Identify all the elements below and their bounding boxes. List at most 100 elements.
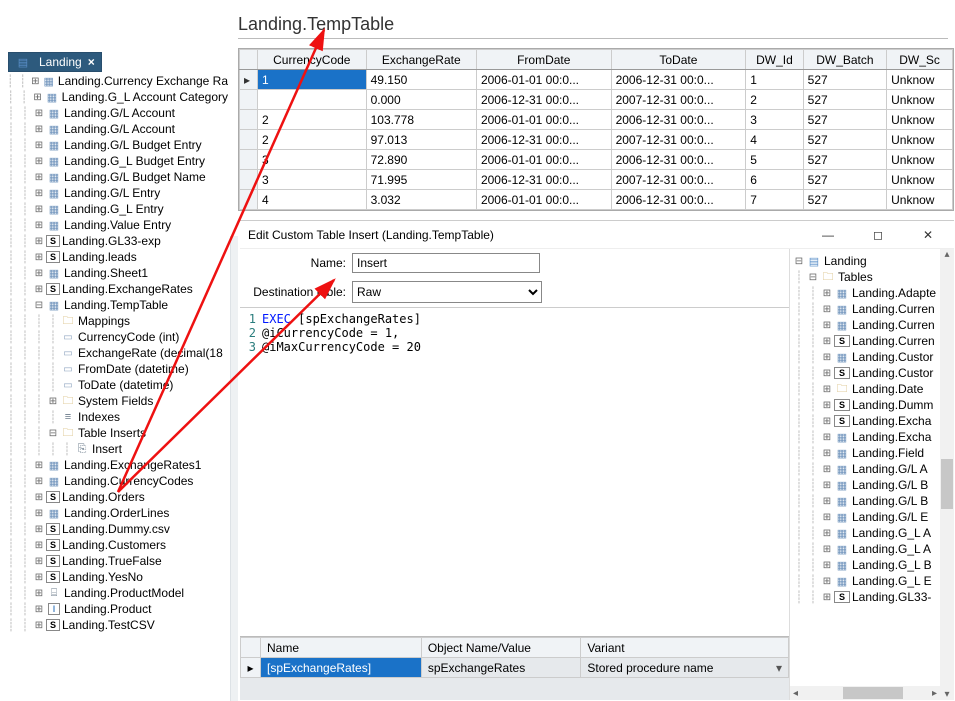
maximize-button[interactable]: ◻	[858, 222, 898, 248]
tree-item[interactable]: Landing.OrderLines	[0, 505, 228, 521]
cell[interactable]: 2	[258, 130, 367, 150]
cell[interactable]: 2006-12-31 00:0...	[611, 150, 746, 170]
cell[interactable]: 0.000	[366, 90, 476, 110]
cell[interactable]: 2006-12-31 00:0...	[476, 170, 611, 190]
expand-icon[interactable]	[32, 268, 46, 279]
expand-icon[interactable]	[32, 540, 46, 551]
cell[interactable]: 4	[746, 130, 803, 150]
cell[interactable]: 4	[258, 190, 367, 210]
cell[interactable]: 2006-12-31 00:0...	[611, 110, 746, 130]
expand-icon[interactable]	[820, 400, 834, 411]
tree-item[interactable]: Mappings	[0, 313, 228, 329]
cell[interactable]: 103.778	[366, 110, 476, 130]
tree-item[interactable]: Landing.G/L Account	[0, 105, 228, 121]
cell[interactable]: 2007-12-31 00:0...	[611, 90, 746, 110]
row-header[interactable]	[240, 170, 258, 190]
tree-item[interactable]: CurrencyCode (int)	[0, 329, 228, 345]
tree-item[interactable]: Landing.Value Entry	[0, 217, 228, 233]
expand-icon[interactable]	[820, 480, 834, 491]
tree-item[interactable]: Landing.G_L B	[792, 557, 954, 573]
list-col-header[interactable]: Object Name/Value	[421, 638, 581, 658]
expand-icon[interactable]	[820, 384, 834, 395]
expand-icon[interactable]	[820, 432, 834, 443]
table-row[interactable]: 0.0002006-12-31 00:0...2007-12-31 00:0..…	[240, 90, 953, 110]
expand-icon[interactable]	[32, 124, 46, 135]
destination-select[interactable]: Raw	[352, 281, 542, 303]
tree-item[interactable]: Landing.G/L Budget Entry	[0, 137, 228, 153]
cell[interactable]: 527	[803, 110, 886, 130]
list-col-header[interactable]: Variant	[581, 638, 789, 658]
tree-item[interactable]: SLanding.leads	[0, 249, 228, 265]
list-col-header[interactable]: Name	[261, 638, 422, 658]
row-header[interactable]	[240, 70, 258, 90]
expand-icon[interactable]	[32, 476, 46, 487]
cell[interactable]: 5	[746, 150, 803, 170]
tree-item[interactable]: Landing.Excha	[792, 429, 954, 445]
cell[interactable]: Unknow	[887, 150, 953, 170]
column-header[interactable]: FromDate	[476, 50, 611, 70]
cell[interactable]: 2006-01-01 00:0...	[476, 110, 611, 130]
tree-item[interactable]: ExchangeRate (decimal(18	[0, 345, 228, 361]
collapse-icon[interactable]	[806, 272, 820, 283]
expand-icon[interactable]	[820, 448, 834, 459]
tree-item[interactable]: Landing.G/L E	[792, 509, 954, 525]
expand-icon[interactable]	[32, 188, 46, 199]
tree-item[interactable]: Landing.G/L Account	[0, 121, 228, 137]
expand-icon[interactable]	[32, 460, 46, 471]
tree-item[interactable]: Landing.Adapte	[792, 285, 954, 301]
tree-item[interactable]: Landing.G/L B	[792, 493, 954, 509]
expand-icon[interactable]	[32, 220, 46, 231]
expand-icon[interactable]	[32, 252, 46, 263]
list-cell-name[interactable]: [spExchangeRates]	[261, 658, 422, 678]
collapse-icon[interactable]	[792, 256, 806, 267]
close-icon[interactable]: ×	[88, 55, 95, 69]
sql-editor[interactable]: 123 EXEC [spExchangeRates] @iCurrencyCod…	[240, 307, 789, 636]
expand-icon[interactable]	[32, 620, 46, 631]
tree-item[interactable]: SLanding.ExchangeRates	[0, 281, 228, 297]
expand-icon[interactable]	[32, 572, 46, 583]
expand-icon[interactable]	[820, 288, 834, 299]
tree-item[interactable]: Landing.G_L Budget Entry	[0, 153, 228, 169]
expand-icon[interactable]	[820, 512, 834, 523]
row-header[interactable]	[240, 190, 258, 210]
cell[interactable]: 49.150	[366, 70, 476, 90]
tree-item[interactable]: SLanding.GL33-exp	[0, 233, 228, 249]
expand-icon[interactable]	[820, 528, 834, 539]
tree-item[interactable]: SLanding.YesNo	[0, 569, 228, 585]
column-header[interactable]: CurrencyCode	[258, 50, 367, 70]
table-row[interactable]: 2103.7782006-01-01 00:0...2006-12-31 00:…	[240, 110, 953, 130]
tree-item[interactable]: Landing.G_L E	[792, 573, 954, 589]
cell[interactable]: 3	[258, 170, 367, 190]
cell[interactable]: 527	[803, 190, 886, 210]
cell[interactable]: 7	[746, 190, 803, 210]
expand-icon[interactable]	[820, 544, 834, 555]
tree-item[interactable]: Landing.Curren	[792, 301, 954, 317]
cell[interactable]: Unknow	[887, 190, 953, 210]
cell[interactable]: 2006-12-31 00:0...	[476, 130, 611, 150]
tree-item[interactable]: Landing.G/L Budget Name	[0, 169, 228, 185]
expand-icon[interactable]	[820, 496, 834, 507]
cell[interactable]: Unknow	[887, 110, 953, 130]
scroll-thumb[interactable]	[941, 459, 953, 509]
expand-icon[interactable]	[820, 304, 834, 315]
row-header[interactable]	[240, 110, 258, 130]
cell[interactable]: 2006-01-01 00:0...	[476, 70, 611, 90]
cell[interactable]: 2	[258, 110, 367, 130]
tree-item[interactable]: Landing.Custor	[792, 349, 954, 365]
expand-icon[interactable]	[820, 320, 834, 331]
tree-item[interactable]: Landing.CurrencyCodes	[0, 473, 228, 489]
tree-item[interactable]: FromDate (datetime)	[0, 361, 228, 377]
tree-item[interactable]: ToDate (datetime)	[0, 377, 228, 393]
scroll-up-icon[interactable]: ▴	[944, 249, 949, 260]
column-header[interactable]: DW_Id	[746, 50, 803, 70]
tree-item[interactable]: SLanding.Curren	[792, 333, 954, 349]
tree-item[interactable]: Landing.Product	[0, 601, 228, 617]
horizontal-scrollbar[interactable]: ◂ ▸	[790, 686, 940, 700]
tree-item[interactable]: Landing.G_L A	[792, 525, 954, 541]
expand-icon[interactable]	[32, 172, 46, 183]
cell[interactable]: 6	[746, 170, 803, 190]
collapse-icon[interactable]	[46, 428, 60, 439]
table-row[interactable]: 372.8902006-01-01 00:0...2006-12-31 00:0…	[240, 150, 953, 170]
scroll-left-icon[interactable]: ◂	[790, 688, 801, 699]
expand-icon[interactable]	[32, 156, 46, 167]
